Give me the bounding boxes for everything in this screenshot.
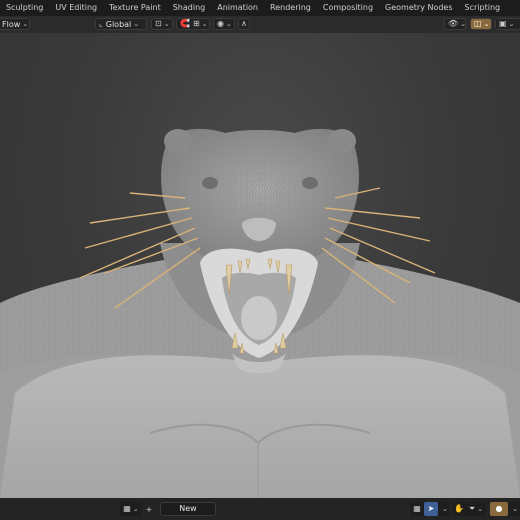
tab-sculpting[interactable]: Sculpting (0, 0, 49, 16)
chevron-down-icon: ⌄ (483, 20, 490, 28)
viewport-header: Flow ⌄ ⌞ Global ⌄ ⊡ ⌄ 🧲 ⊞ ⌄ ◉ ⌄ ∧ 👁 ⌄ ◫ … (0, 16, 520, 33)
pivot-point-dropdown[interactable]: ⊡ ⌄ (151, 18, 173, 30)
proportional-edit-toggle[interactable]: ◉ ⌄ (213, 18, 235, 30)
pivot-icon: ⊡ (155, 19, 162, 28)
chevron-down-icon: ⌄ (225, 20, 232, 28)
eye-icon: 👁 (448, 19, 459, 28)
tab-shading[interactable]: Shading (167, 0, 212, 16)
display-mode-button[interactable]: ● (490, 502, 508, 516)
workspace-tab-bar: Sculpting UV Editing Texture Paint Shadi… (0, 0, 520, 16)
tab-rendering[interactable]: Rendering (264, 0, 317, 16)
transform-orientation-dropdown[interactable]: ⌞ Global ⌄ (95, 18, 147, 30)
tab-compositing[interactable]: Compositing (317, 0, 379, 16)
display-mode-chevron[interactable]: ⌄ (508, 502, 520, 516)
tab-uv-editing[interactable]: UV Editing (49, 0, 103, 16)
editor-type-dropdown[interactable]: ▦ ⌄ (120, 502, 142, 516)
snap-toggle[interactable]: 🧲 ⊞ ⌄ (176, 18, 210, 30)
xray-icon: ▣ (499, 19, 507, 28)
chevron-down-icon: ⌄ (460, 20, 467, 28)
snap-target-icon: ⊞ (192, 19, 200, 28)
tab-geometry-nodes[interactable]: Geometry Nodes (379, 0, 458, 16)
torso (0, 355, 520, 498)
select-tool-toggle[interactable]: ➤ (424, 502, 438, 516)
proportional-edit-icon: ◉ (217, 19, 224, 28)
xray-toggle[interactable]: ▣ ⌄ (495, 18, 520, 30)
chevron-down-icon: ⌄ (132, 505, 139, 513)
chevron-down-icon: ⌄ (477, 505, 484, 513)
visibility-dropdown[interactable]: 👁 ⌄ (444, 18, 466, 30)
chevron-down-icon: ⌄ (201, 20, 208, 28)
chevron-down-icon: ⌄ (512, 505, 518, 513)
chevron-down-icon: ⌄ (133, 20, 140, 28)
hand-icon: ✋ (454, 504, 464, 513)
cursor-icon: ➤ (427, 504, 435, 513)
tab-scripting[interactable]: Scripting (459, 0, 507, 16)
flow-dropdown-label: Flow (2, 19, 21, 29)
sphere-icon: ● (495, 504, 503, 513)
new-button[interactable]: New (160, 502, 216, 516)
filter-icon: ⏷ (468, 504, 476, 513)
3d-viewport[interactable] (0, 33, 520, 498)
falloff-button[interactable]: ∧ (238, 18, 250, 30)
chevron-down-icon: ⌄ (163, 20, 170, 28)
chevron-down-icon: ⌄ (508, 20, 515, 28)
overlays-icon: ◫ (474, 19, 482, 28)
tab-texture-paint[interactable]: Texture Paint (103, 0, 167, 16)
orientation-icon: ⌞ (99, 19, 103, 28)
bottom-toolbar: ▦ ⌄ + New ▦ ➤ ⌄ ✋ ⏷ ⌄ ● ⌄ (0, 498, 520, 520)
flow-dropdown[interactable]: Flow ⌄ (0, 18, 30, 30)
orientation-label: Global (105, 19, 132, 29)
chevron-down-icon: ⌄ (442, 505, 448, 513)
falloff-icon: ∧ (241, 19, 247, 28)
add-button[interactable]: + (143, 502, 155, 516)
tab-animation[interactable]: Animation (211, 0, 264, 16)
chevron-button[interactable]: ⌄ (438, 502, 450, 516)
filter-dropdown[interactable]: ⏷ ⌄ (466, 502, 486, 516)
grid-icon: ▦ (413, 504, 421, 513)
chevron-down-icon: ⌄ (22, 20, 29, 28)
grab-tool-button[interactable]: ✋ (452, 502, 466, 516)
sculpted-creature-model (0, 128, 520, 498)
view-toggle[interactable]: ▦ (410, 502, 424, 516)
add-icon: + (145, 504, 153, 514)
overlays-toggle[interactable]: ◫ ⌄ (470, 18, 492, 30)
snap-icon: 🧲 (180, 19, 190, 28)
image-editor-icon: ▦ (123, 504, 131, 513)
